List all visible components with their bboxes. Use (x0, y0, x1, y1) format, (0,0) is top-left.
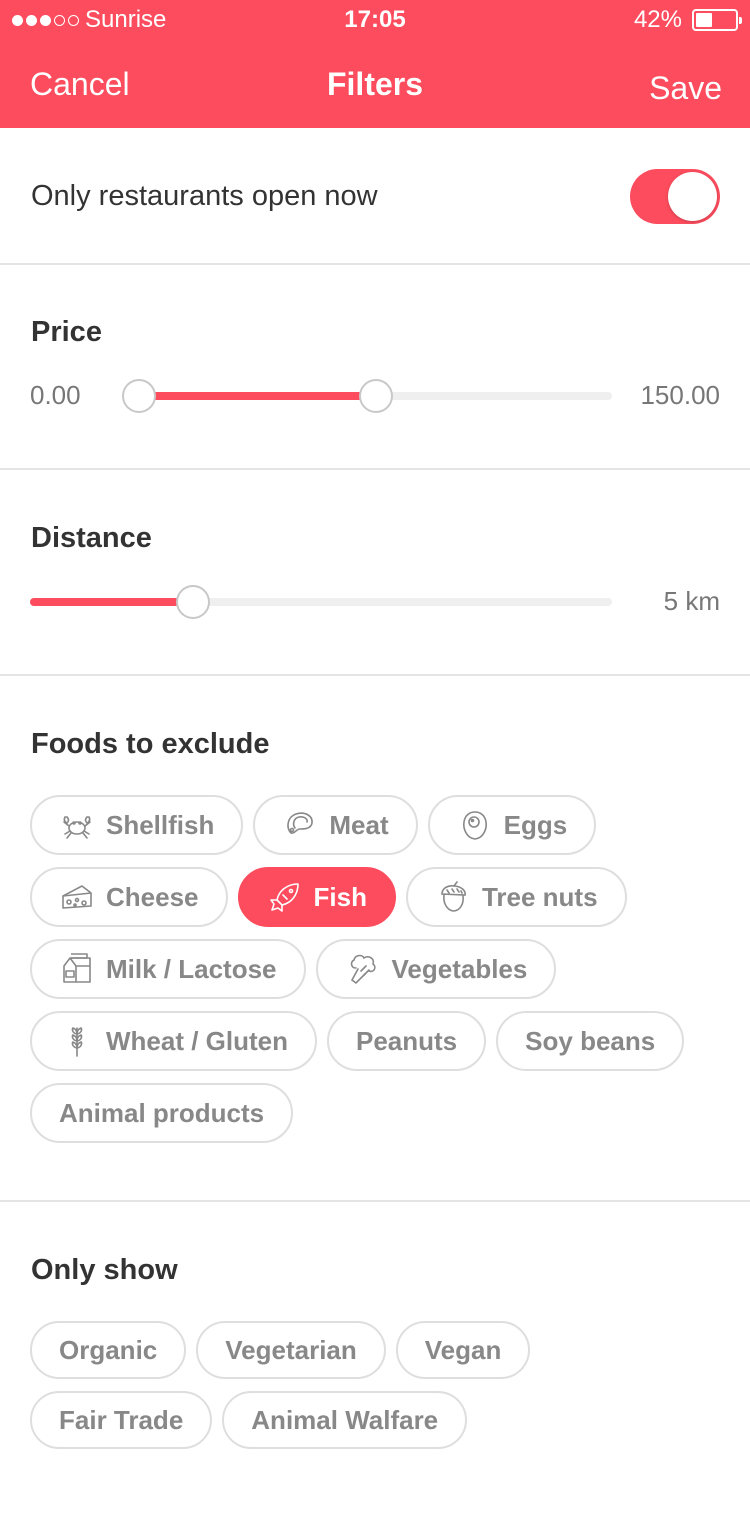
chip-meat[interactable]: Meat (253, 795, 418, 855)
distance-value: 5 km (663, 586, 720, 616)
fish-icon (268, 880, 302, 914)
toggle-knob (668, 172, 717, 221)
only-show-title: Only show (31, 1254, 178, 1286)
chip-organic[interactable]: Organic (30, 1321, 187, 1379)
distance-handle[interactable] (175, 585, 210, 619)
battery-indicator: 42% (633, 6, 742, 34)
divider (0, 674, 750, 676)
chip-label: Cheese (106, 881, 199, 912)
chip-label: Shellfish (106, 809, 215, 840)
chip-soy-beans[interactable]: Soy beans (496, 1011, 685, 1071)
steak-icon (283, 808, 317, 842)
egg-icon (458, 808, 492, 842)
milk-carton-icon (60, 952, 94, 986)
chip-label: Tree nuts (481, 881, 598, 912)
exclude-chip-list: Shellfish Meat Eggs Cheese Fish Tree nut… (30, 795, 730, 1155)
chip-label: Eggs (503, 809, 568, 840)
chip-wheat-gluten[interactable]: Wheat / Gluten (30, 1011, 317, 1071)
only-show-chip-list: Organic Vegetarian Vegan Fair Trade Anim… (30, 1321, 730, 1461)
chip-label: Animal Walfare (251, 1404, 439, 1435)
save-button[interactable]: Save (649, 70, 722, 107)
price-slider-fill (139, 392, 376, 400)
chip-vegan[interactable]: Vegan (395, 1321, 531, 1379)
battery-icon (692, 9, 742, 31)
open-now-toggle[interactable] (630, 169, 720, 224)
chip-eggs[interactable]: Eggs (427, 795, 597, 855)
chip-label: Vegetarian (225, 1334, 357, 1365)
battery-percent: 42% (633, 6, 682, 33)
chip-milk-lactose[interactable]: Milk / Lactose (30, 939, 306, 999)
distance-title: Distance (31, 522, 152, 554)
chip-label: Fair Trade (59, 1404, 184, 1435)
price-min-value: 0.00 (30, 380, 81, 410)
chip-label: Fish (313, 881, 367, 912)
chip-label: Soy beans (525, 1025, 656, 1056)
chip-peanuts[interactable]: Peanuts (327, 1011, 487, 1071)
chip-label: Milk / Lactose (106, 953, 277, 984)
acorn-icon (436, 880, 470, 914)
chip-label: Vegan (424, 1334, 502, 1365)
chip-label: Wheat / Gluten (106, 1025, 288, 1056)
divider (0, 468, 750, 470)
price-max-value: 150.00 (640, 380, 720, 410)
chip-label: Vegetables (391, 953, 528, 984)
chip-shellfish[interactable]: Shellfish (30, 795, 244, 855)
open-now-label: Only restaurants open now (31, 180, 378, 212)
page-title: Filters (326, 66, 424, 102)
chip-label: Meat (329, 809, 389, 840)
divider (0, 263, 750, 265)
chip-vegetables[interactable]: Vegetables (315, 939, 557, 999)
chip-animal-walfare[interactable]: Animal Walfare (222, 1391, 468, 1449)
chip-label: Organic (59, 1334, 158, 1365)
chip-vegetarian[interactable]: Vegetarian (196, 1321, 386, 1379)
price-min-handle[interactable] (122, 379, 156, 413)
chip-label: Animal products (59, 1097, 265, 1128)
chip-tree-nuts[interactable]: Tree nuts (405, 867, 627, 927)
chip-animal-products[interactable]: Animal products (30, 1083, 294, 1143)
distance-slider-fill (30, 598, 193, 606)
foods-to-exclude-title: Foods to exclude (31, 728, 270, 760)
wheat-icon (60, 1024, 94, 1058)
status-bar: Sunrise 17:05 42% (0, 0, 750, 40)
chip-fair-trade[interactable]: Fair Trade (30, 1391, 213, 1449)
crab-icon (60, 808, 94, 842)
chip-fish[interactable]: Fish (237, 867, 396, 927)
price-title: Price (31, 316, 102, 348)
divider (0, 1200, 750, 1202)
header-bar: Sunrise 17:05 42% Cancel Filters Save (0, 0, 750, 128)
cheese-icon (60, 880, 94, 914)
price-max-handle[interactable] (358, 379, 393, 413)
chip-label: Peanuts (356, 1025, 458, 1056)
chip-cheese[interactable]: Cheese (30, 867, 228, 927)
broccoli-icon (346, 952, 380, 986)
